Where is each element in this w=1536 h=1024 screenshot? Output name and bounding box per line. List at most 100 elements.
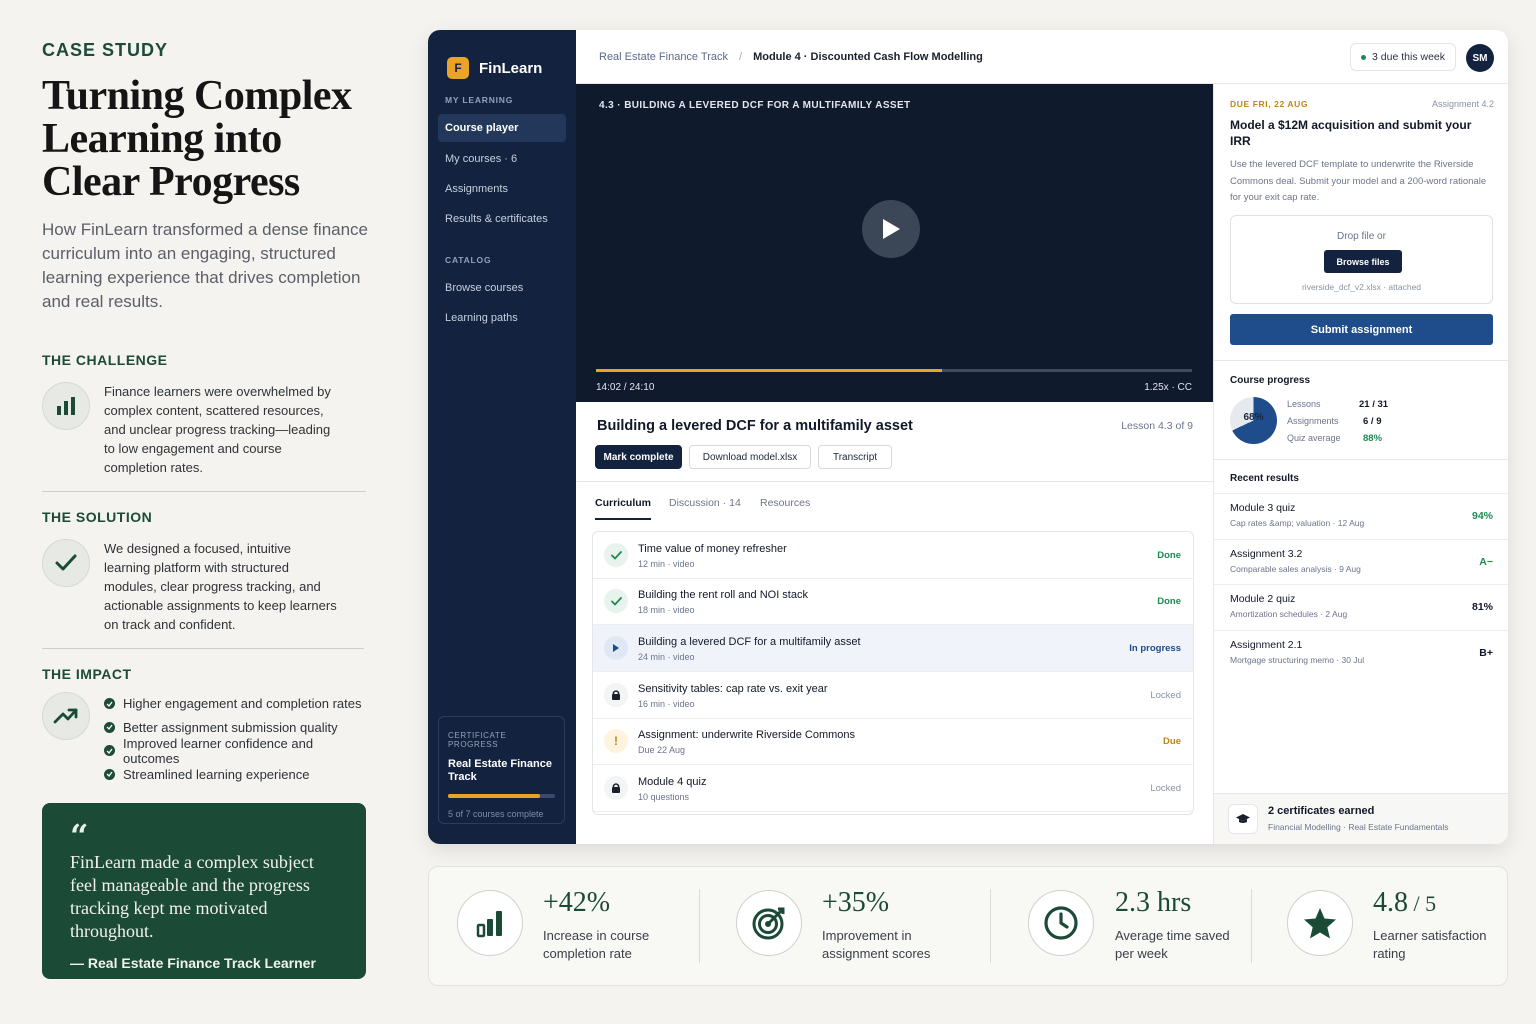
certificates-sub: Financial Modelling · Real Estate Fundam… bbox=[1268, 822, 1449, 832]
sidebar-item-assignments[interactable]: Assignments bbox=[428, 174, 576, 204]
case-study-panel: CASE STUDY Turning Complex Learning into… bbox=[42, 40, 372, 786]
curriculum-meta: 16 min · video bbox=[638, 699, 695, 709]
progress-stat-value: 6 / 9 bbox=[1363, 416, 1382, 427]
recent-results-heading: Recent results bbox=[1230, 473, 1299, 484]
video-player[interactable]: 4.3 · BUILDING A LEVERED DCF FOR A MULTI… bbox=[576, 84, 1213, 402]
testimonial-author: — Real Estate Finance Track Learner bbox=[70, 955, 316, 971]
nav-heading-my-learning: MY LEARNING bbox=[445, 95, 514, 105]
course-progress-heading: Course progress bbox=[1230, 375, 1311, 386]
curriculum-status: In progress bbox=[1129, 643, 1181, 654]
curriculum-title: Assignment: underwrite Riverside Commons bbox=[638, 729, 856, 741]
sidebar-item-browse-courses[interactable]: Browse courses bbox=[428, 273, 576, 303]
result-meta: Comparable sales analysis · 9 Aug bbox=[1230, 564, 1361, 574]
result-title: Assignment 3.2 bbox=[1230, 548, 1303, 560]
curriculum-meta: 18 min · video bbox=[638, 605, 695, 615]
stat-label: Increase in course completion rate bbox=[543, 928, 650, 961]
certificates-earned[interactable]: 2 certificates earned Financial Modellin… bbox=[1214, 793, 1508, 844]
browse-files-button[interactable]: Browse files bbox=[1324, 250, 1402, 273]
submit-assignment-button[interactable]: Submit assignment bbox=[1230, 314, 1493, 345]
download-model-button[interactable]: Download model.xlsx bbox=[689, 445, 811, 469]
avatar[interactable]: SM bbox=[1466, 44, 1494, 72]
solution-section: We designed a focused, intuitive learnin… bbox=[42, 539, 372, 634]
play-icon[interactable] bbox=[862, 200, 920, 258]
quote-mark: “ bbox=[70, 817, 89, 855]
cert-title: Real Estate Finance Track bbox=[448, 758, 552, 783]
tab-discussion[interactable]: Discussion · 14 bbox=[669, 497, 741, 509]
result-row[interactable]: Module 2 quiz Amortization schedules · 2 … bbox=[1214, 584, 1508, 630]
sidebar-item-course-player[interactable]: Course player bbox=[438, 114, 566, 142]
stat-divider bbox=[990, 889, 991, 963]
curriculum-meta: Due 22 Aug bbox=[638, 745, 686, 755]
sidebar-item-results[interactable]: Results & certificates bbox=[428, 204, 576, 234]
check-circle-icon bbox=[104, 721, 115, 733]
hero-subtitle: How FinLearn transformed a dense finance… bbox=[42, 220, 369, 311]
stat-assignment-scores: +35% Improvement in assignment scores bbox=[736, 867, 986, 987]
brand[interactable]: F FinLearn bbox=[428, 30, 576, 88]
result-grade: 81% bbox=[1471, 601, 1493, 613]
result-meta: Amortization schedules · 2 Aug bbox=[1230, 609, 1348, 619]
result-grade: A− bbox=[1479, 556, 1493, 568]
attached-file: riverside_dcf_v2.xlsx · attached bbox=[1301, 282, 1422, 292]
lesson-title: Building a levered DCF for a multifamily… bbox=[597, 418, 913, 434]
video-title: 4.3 · BUILDING A LEVERED DCF FOR A MULTI… bbox=[599, 100, 911, 111]
result-row[interactable]: Assignment 3.2 Comparable sales analysis … bbox=[1214, 539, 1508, 585]
trending-up-icon bbox=[42, 692, 90, 740]
video-progress-bar[interactable] bbox=[596, 369, 1192, 372]
curriculum-title: Sensitivity tables: cap rate vs. exit ye… bbox=[638, 683, 828, 695]
due-this-week-badge[interactable]: 3 due this week bbox=[1350, 43, 1456, 71]
course-progress-percent: 68% bbox=[1243, 412, 1264, 423]
lock-icon bbox=[604, 776, 628, 800]
result-row[interactable]: Module 3 quiz Cap rates &amp; valuation ·… bbox=[1214, 493, 1508, 539]
result-title: Module 2 quiz bbox=[1230, 593, 1296, 605]
alert-icon: ! bbox=[604, 729, 628, 753]
stat-satisfaction: 4.8 / 5 Learner satisfaction rating bbox=[1287, 867, 1497, 987]
curriculum-list: Time value of money refresher 12 min · vi… bbox=[592, 531, 1194, 815]
brand-name: FinLearn bbox=[479, 59, 543, 77]
tab-resources[interactable]: Resources bbox=[760, 497, 810, 509]
video-controls[interactable]: 1.25x · CC bbox=[1144, 382, 1192, 393]
status-dot-icon bbox=[1361, 54, 1367, 60]
curriculum-row[interactable]: Module 4 quiz 10 questions Locked bbox=[593, 765, 1193, 812]
assignment-number: Assignment 4.2 bbox=[1431, 99, 1494, 109]
certificate-progress-card[interactable]: CERTIFICATE PROGRESS Real Estate Finance… bbox=[438, 716, 565, 824]
divider bbox=[42, 491, 366, 492]
check-circle-icon bbox=[104, 745, 115, 757]
curriculum-row[interactable]: ! Assignment: underwrite Riverside Common… bbox=[593, 718, 1193, 765]
transcript-button[interactable]: Transcript bbox=[818, 445, 892, 469]
mark-complete-button[interactable]: Mark complete bbox=[595, 445, 682, 469]
file-dropzone[interactable]: Drop file or Browse files riverside_dcf_… bbox=[1230, 215, 1493, 304]
check-circle-icon bbox=[104, 698, 115, 710]
result-grade: 94% bbox=[1471, 510, 1493, 522]
lesson-tabs: Curriculum Discussion · 14 Resources bbox=[576, 492, 1213, 520]
curriculum-row[interactable]: Building a levered DCF for a multifamily… bbox=[593, 625, 1193, 672]
play-icon bbox=[604, 636, 628, 660]
progress-stat-value: 21 / 31 bbox=[1359, 399, 1389, 410]
curriculum-title: Time value of money refresher bbox=[638, 543, 787, 555]
dropzone-text: Drop file or bbox=[1337, 231, 1386, 242]
stat-label: Improvement in assignment scores bbox=[822, 928, 931, 961]
sidebar-item-my-courses[interactable]: My courses · 6 bbox=[428, 144, 576, 174]
curriculum-row[interactable]: Building the rent roll and NOI stack 18 m… bbox=[593, 578, 1193, 625]
checkmark-icon bbox=[42, 539, 90, 587]
curriculum-row[interactable]: Sensitivity tables: cap rate vs. exit ye… bbox=[593, 672, 1193, 719]
challenge-text: Finance learners were overwhelmed by com… bbox=[104, 384, 331, 475]
curriculum-title: Building the rent roll and NOI stack bbox=[638, 589, 808, 601]
result-title: Assignment 2.1 bbox=[1230, 639, 1303, 651]
breadcrumb-root[interactable]: Real Estate Finance Track bbox=[599, 51, 728, 63]
stat-completion: +42% Increase in course completion rate bbox=[457, 867, 697, 987]
impact-stats-bar: +42% Increase in course completion rate … bbox=[428, 866, 1508, 986]
certificates-title: 2 certificates earned bbox=[1268, 805, 1375, 817]
bar-chart-icon bbox=[42, 382, 90, 430]
cert-status: 5 of 7 courses complete bbox=[448, 809, 544, 819]
curriculum-status: Done bbox=[1157, 550, 1181, 561]
sidebar: F FinLearn MY LEARNING Course player My … bbox=[428, 30, 576, 844]
result-row[interactable]: Assignment 2.1 Mortgage structuring memo … bbox=[1214, 630, 1508, 676]
sidebar-item-learning-paths[interactable]: Learning paths bbox=[428, 303, 576, 333]
progress-stat-label: Quiz average bbox=[1287, 433, 1341, 443]
stat-label: Learner satisfaction rating bbox=[1373, 928, 1487, 961]
result-meta: Mortgage structuring memo · 30 Jul bbox=[1230, 655, 1365, 665]
curriculum-row[interactable]: Time value of money refresher 12 min · vi… bbox=[593, 532, 1193, 579]
tab-curriculum[interactable]: Curriculum bbox=[595, 497, 651, 509]
impact-section: Higher engagement and completion rates B… bbox=[42, 692, 372, 786]
impact-item: Improved learner confidence and outcomes bbox=[104, 736, 372, 766]
